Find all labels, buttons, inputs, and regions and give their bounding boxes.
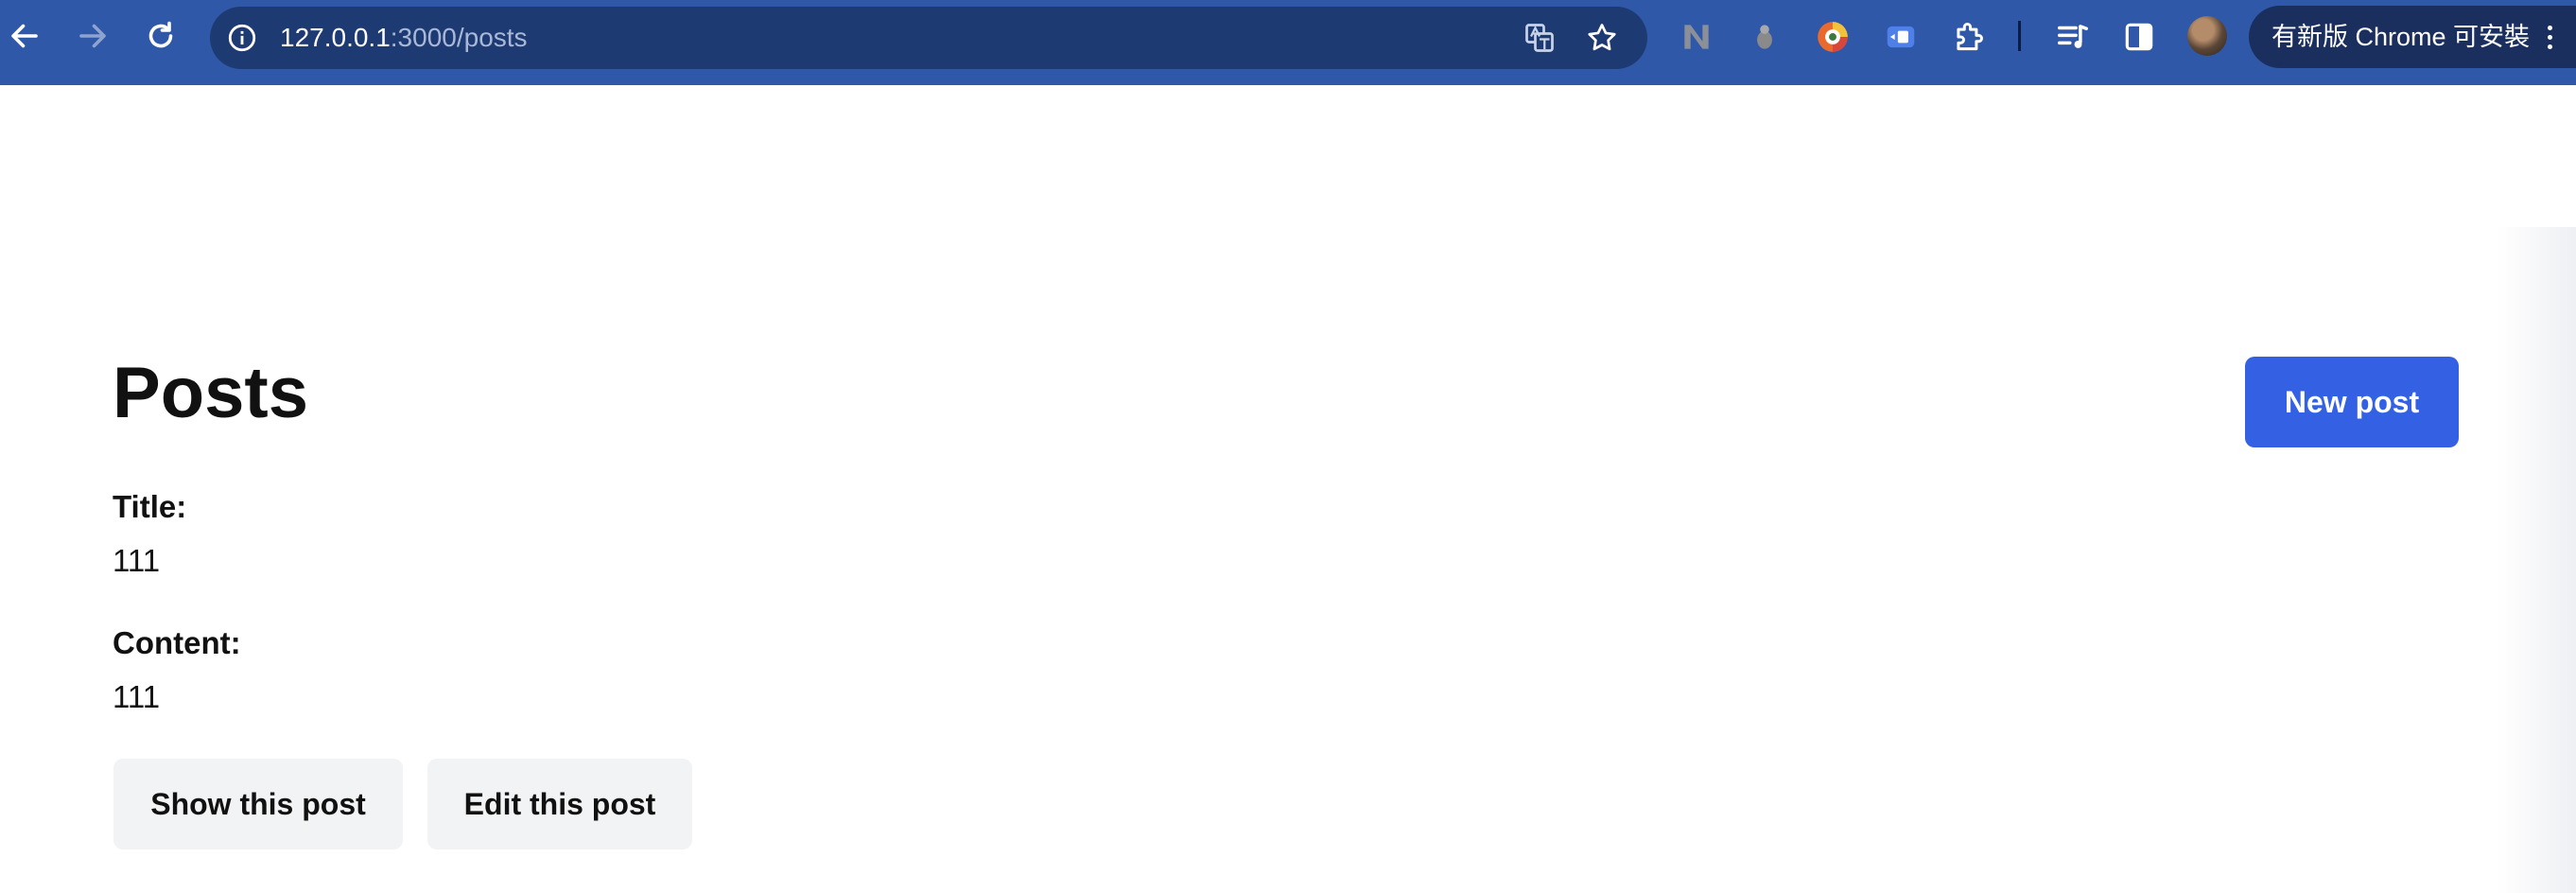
url-path: :3000/posts <box>390 23 528 52</box>
media-queue-icon[interactable] <box>2054 18 2092 56</box>
reload-icon[interactable] <box>140 15 182 57</box>
edit-post-button[interactable]: Edit this post <box>427 759 692 849</box>
browser-toolbar: 127.0.0.1:3000/posts 有新版 Chrome 可安裝 <box>0 0 2576 85</box>
notion-extension-icon[interactable] <box>1678 18 1715 56</box>
page-edge-shadow <box>2497 227 2576 893</box>
toolbar-separator <box>2018 21 2021 51</box>
translate-icon[interactable] <box>1521 19 1558 57</box>
post-title-label: Title: <box>113 489 187 524</box>
forward-arrow-icon[interactable] <box>72 15 113 57</box>
url-text[interactable]: 127.0.0.1:3000/posts <box>280 7 528 69</box>
star-icon[interactable] <box>1583 19 1621 57</box>
post-title-value: 111 <box>113 543 161 578</box>
page-title: Posts <box>113 353 308 433</box>
chrome-update-button[interactable]: 有新版 Chrome 可安裝 <box>2249 6 2576 68</box>
info-icon[interactable] <box>225 21 259 55</box>
chrome-update-label: 有新版 Chrome 可安裝 <box>2271 23 2531 51</box>
url-host: 127.0.0.1 <box>280 23 391 52</box>
new-post-button[interactable]: New post <box>2245 357 2459 447</box>
post-content-value: 111 <box>113 679 161 714</box>
profile-avatar[interactable] <box>2187 16 2227 56</box>
dropper-extension-icon[interactable] <box>1746 18 1784 56</box>
show-post-button[interactable]: Show this post <box>113 759 403 849</box>
post-content-label: Content: <box>113 625 241 660</box>
side-panel-icon[interactable] <box>2120 18 2158 56</box>
address-bar[interactable]: 127.0.0.1:3000/posts <box>210 7 1647 69</box>
translate-extension-icon[interactable] <box>1882 18 1920 56</box>
color-wheel-extension-icon[interactable] <box>1814 18 1852 56</box>
kebab-menu-icon[interactable] <box>2532 20 2567 54</box>
back-arrow-icon[interactable] <box>4 15 45 57</box>
puzzle-icon[interactable] <box>1950 18 1988 56</box>
